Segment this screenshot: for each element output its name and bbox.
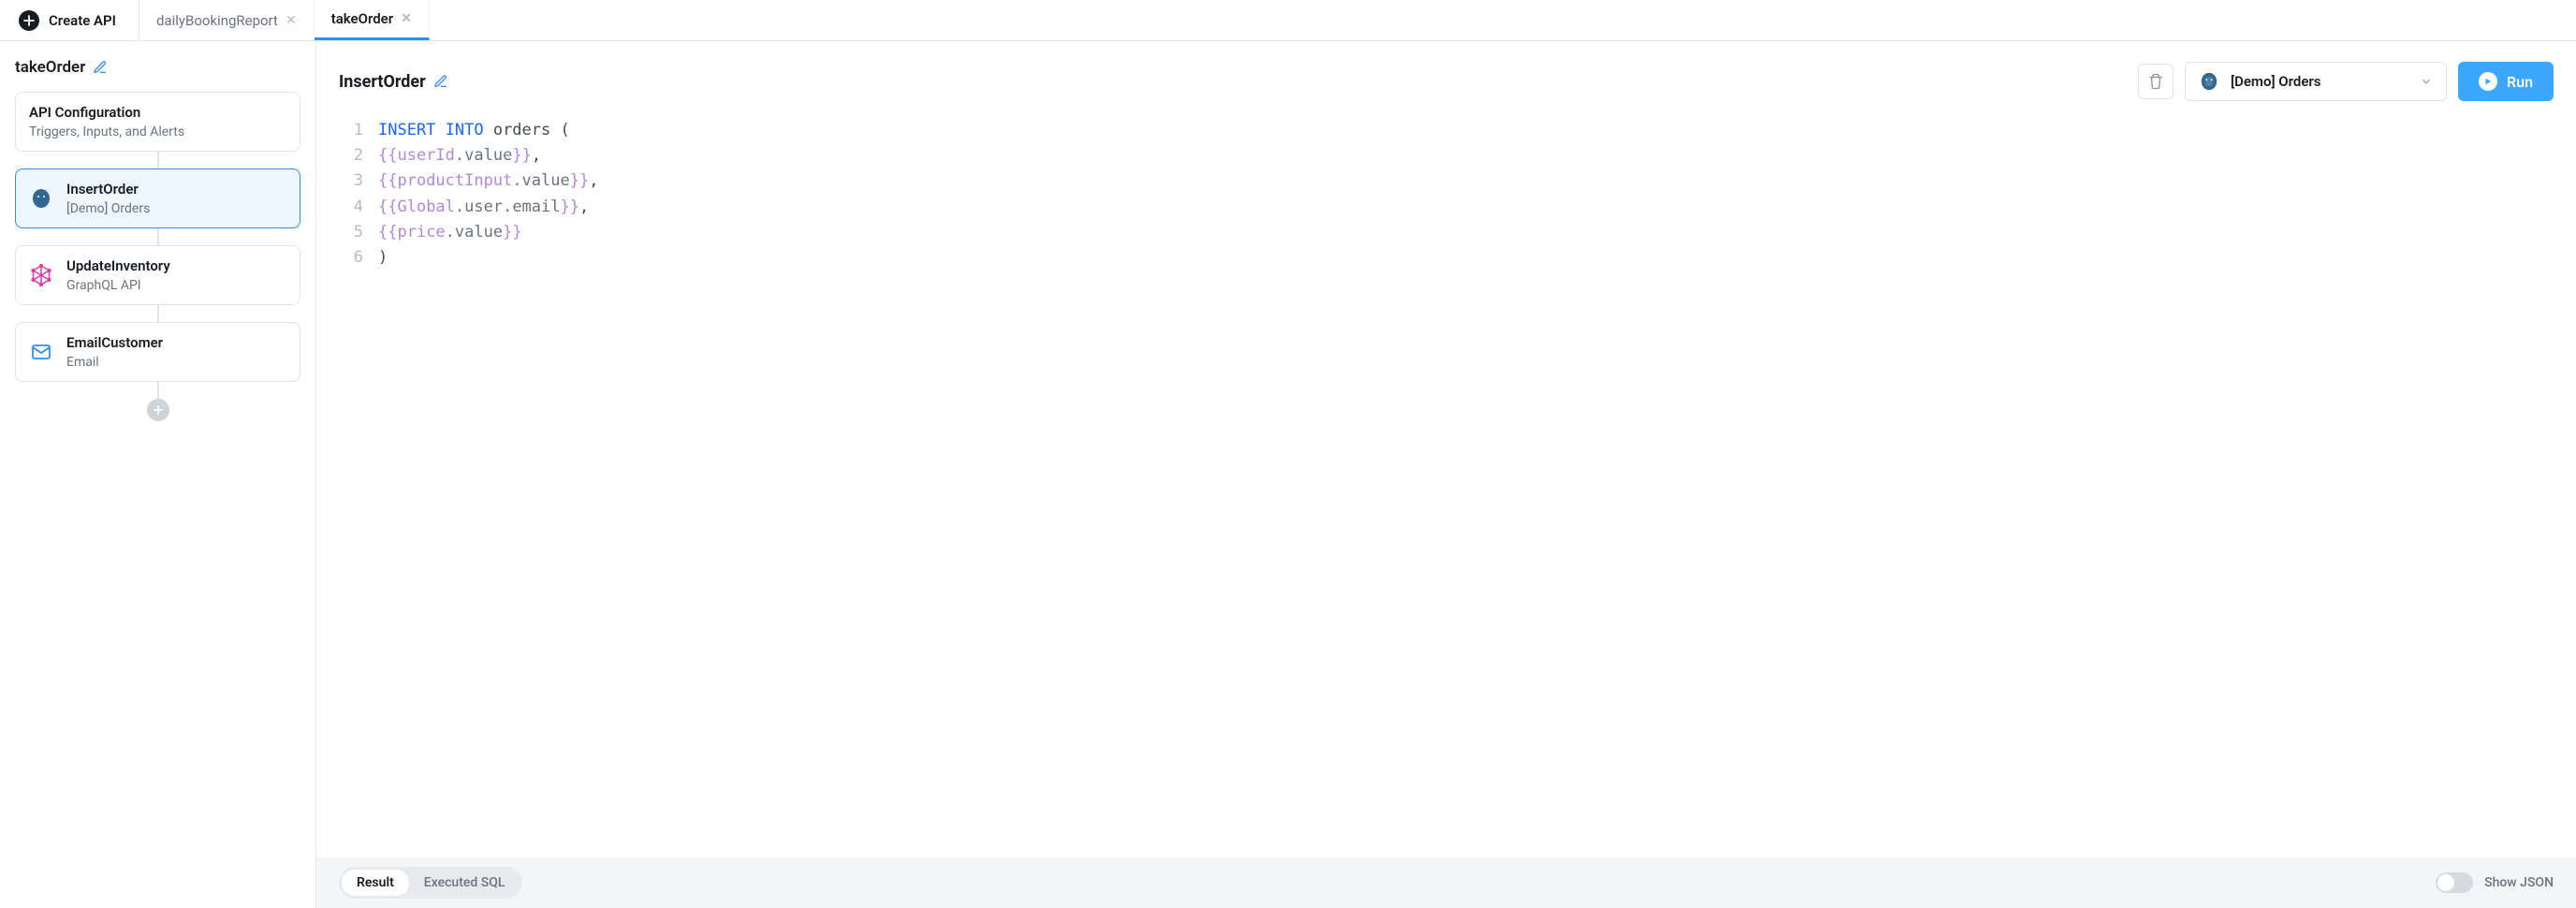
api-config-subtitle: Triggers, Inputs, and Alerts: [29, 124, 286, 139]
tabs-list: dailyBookingReport ✕ takeOrder ✕: [139, 0, 430, 40]
tab-label: dailyBookingReport: [156, 12, 278, 29]
main-panel: InsertOrder [Demo] Orders: [316, 41, 2576, 908]
connector: [15, 382, 300, 399]
result-tabs: ResultExecuted SQL: [339, 867, 522, 899]
add-step-button[interactable]: [147, 399, 169, 421]
chevron-down-icon: [2420, 75, 2433, 88]
step-subtitle: [Demo] Orders: [66, 201, 150, 216]
result-tab-result[interactable]: Result: [342, 870, 409, 896]
code-content: ): [378, 245, 388, 271]
connector: [15, 305, 300, 322]
api-title: takeOrder: [15, 58, 85, 77]
sidebar: takeOrder API Configuration Triggers, In…: [0, 41, 316, 908]
delete-button[interactable]: [2138, 64, 2174, 99]
edit-icon[interactable]: [93, 60, 108, 75]
step-subtitle: GraphQL API: [66, 278, 170, 293]
step-subtitle: Email: [66, 355, 163, 370]
line-number: 1: [339, 118, 363, 143]
tab-label: takeOrder: [331, 10, 393, 27]
code-line: 5 {{price.value}}: [339, 220, 2554, 245]
step-InsertOrder[interactable]: InsertOrder [Demo] Orders: [15, 168, 300, 228]
step-UpdateInventory[interactable]: UpdateInventory GraphQL API: [15, 245, 300, 305]
toggle-knob: [2437, 874, 2454, 891]
code-content: {{userId.value}},: [378, 143, 541, 168]
close-icon[interactable]: ✕: [401, 11, 412, 26]
step-name: InsertOrder: [66, 181, 150, 198]
line-number: 5: [339, 220, 363, 245]
api-config-title: API Configuration: [29, 104, 286, 121]
topbar: Create API dailyBookingReport ✕ takeOrder ✕: [0, 0, 2576, 41]
create-api-label: Create API: [49, 12, 116, 29]
code-line: 2 {{userId.value}},: [339, 143, 2554, 168]
show-json-label: Show JSON: [2484, 875, 2554, 890]
line-number: 4: [339, 195, 363, 220]
edit-icon[interactable]: [433, 74, 448, 89]
tab-dailyBookingReport[interactable]: dailyBookingReport ✕: [139, 0, 315, 40]
api-config-card[interactable]: API Configuration Triggers, Inputs, and …: [15, 92, 300, 152]
datasource-select[interactable]: [Demo] Orders: [2185, 62, 2447, 101]
postgres-icon: [29, 186, 53, 211]
steps-list: InsertOrder [Demo] Orders UpdateInventory G…: [15, 152, 300, 399]
code-content: {{productInput.value}},: [378, 168, 598, 194]
run-label: Run: [2507, 73, 2533, 91]
email-icon: [29, 340, 53, 364]
graphql-icon: [29, 263, 53, 287]
play-icon: [2479, 72, 2497, 91]
line-number: 3: [339, 168, 363, 194]
code-line: 4 {{Global.user.email}},: [339, 195, 2554, 220]
api-title-row: takeOrder: [15, 58, 300, 77]
step-name: UpdateInventory: [66, 257, 170, 274]
step-EmailCustomer[interactable]: EmailCustomer Email: [15, 322, 300, 382]
result-tab-executed-sql[interactable]: Executed SQL: [409, 870, 520, 896]
run-button[interactable]: Run: [2458, 62, 2554, 101]
result-bar: ResultExecuted SQL Show JSON: [316, 857, 2576, 908]
tab-takeOrder[interactable]: takeOrder ✕: [315, 0, 430, 40]
connector: [15, 152, 300, 168]
code-content: INSERT INTO orders (: [378, 118, 570, 143]
step-name: EmailCustomer: [66, 334, 163, 351]
show-json-toggle[interactable]: [2436, 872, 2473, 893]
code-line: 1 INSERT INTO orders (: [339, 118, 2554, 143]
line-number: 2: [339, 143, 363, 168]
code-content: {{Global.user.email}},: [378, 195, 589, 220]
postgres-icon: [2199, 71, 2219, 92]
code-line: 3 {{productInput.value}},: [339, 168, 2554, 194]
code-content: {{price.value}}: [378, 220, 522, 245]
add-step-row: [15, 399, 300, 421]
datasource-label: [Demo] Orders: [2231, 73, 2408, 90]
code-line: 6): [339, 245, 2554, 271]
main-header: InsertOrder [Demo] Orders: [316, 41, 2576, 101]
step-title-row: InsertOrder: [339, 72, 448, 92]
plus-icon: [19, 10, 39, 31]
code-editor[interactable]: 1INSERT INTO orders (2{{userId.value}},3…: [316, 101, 2576, 857]
connector: [15, 228, 300, 245]
line-number: 6: [339, 245, 363, 271]
create-api-button[interactable]: Create API: [19, 0, 139, 40]
step-title: InsertOrder: [339, 72, 426, 92]
close-icon[interactable]: ✕: [285, 13, 297, 28]
